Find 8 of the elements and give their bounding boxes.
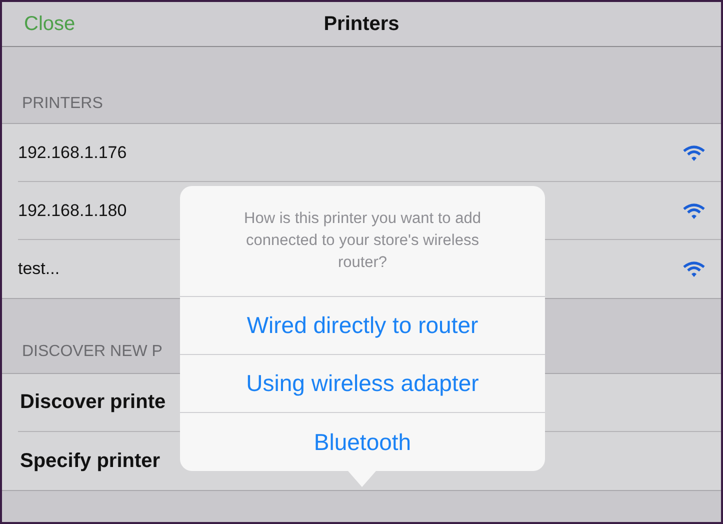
- printer-name: 192.168.1.176: [18, 142, 127, 162]
- popover-message: How is this printer you want to add connected to your store's wireless router?: [180, 186, 545, 297]
- section-header: PRINTERS: [22, 95, 103, 113]
- printer-name: 192.168.1.180: [18, 200, 127, 220]
- nav-title: Printers: [324, 12, 400, 34]
- printer-name: test...: [18, 259, 60, 279]
- row-label: Discover printe: [19, 391, 166, 414]
- section-header: DISCOVER NEW P: [22, 343, 162, 361]
